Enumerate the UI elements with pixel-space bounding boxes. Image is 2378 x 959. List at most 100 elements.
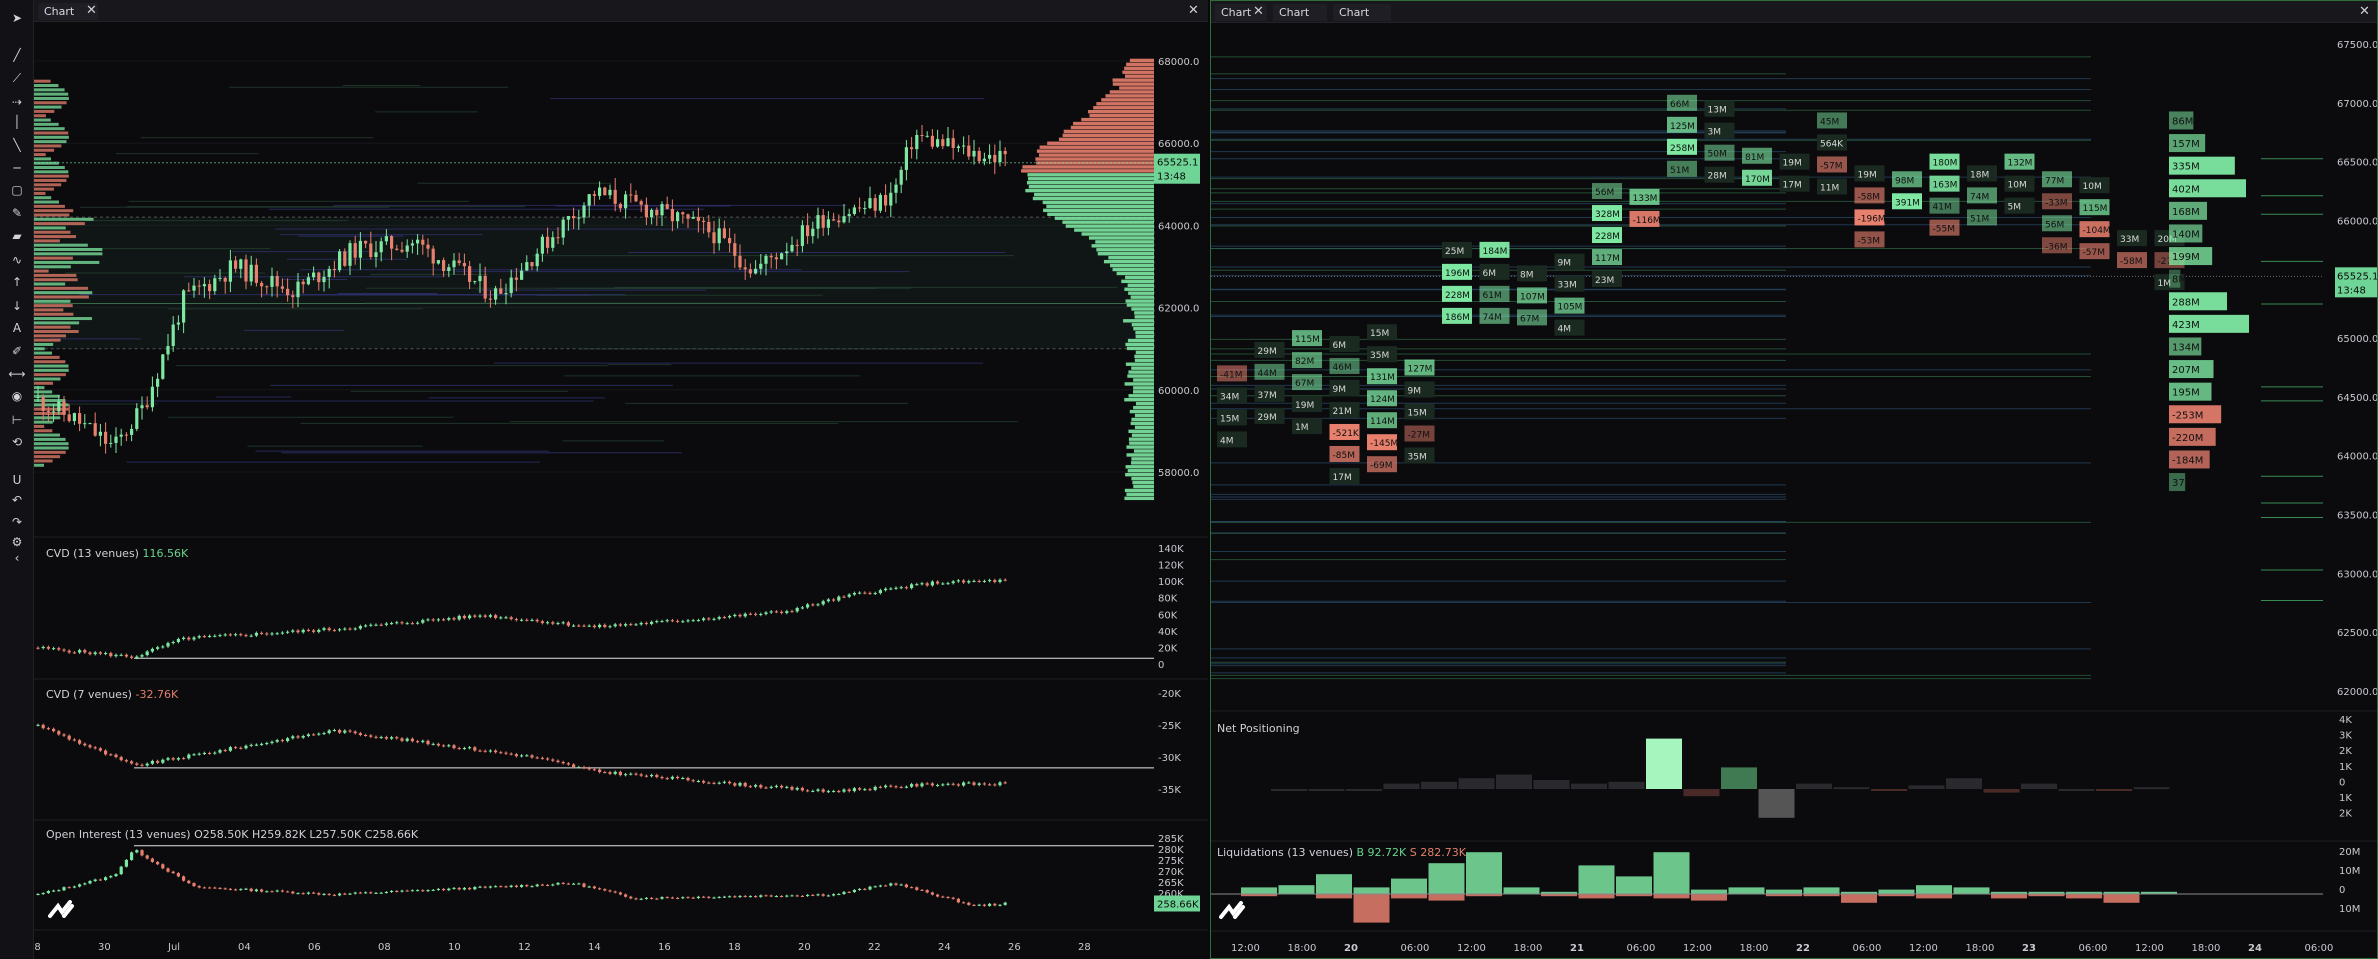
- ray-icon[interactable]: ⟋: [6, 68, 28, 88]
- sub-candle-body: [457, 615, 461, 620]
- sub-candle-body: [57, 890, 61, 892]
- sub-candle-body: [733, 783, 737, 786]
- sub-candle-body: [535, 619, 539, 622]
- candle-body: [884, 194, 888, 206]
- left-profile-bar: [34, 459, 53, 463]
- magnet-icon[interactable]: U: [6, 470, 28, 490]
- sub-candle-body: [343, 730, 347, 733]
- redo-icon[interactable]: ↷: [6, 512, 28, 532]
- candle-body: [171, 324, 175, 347]
- pencil-icon[interactable]: ✐: [6, 341, 28, 361]
- vertical-line-icon[interactable]: │: [6, 112, 28, 132]
- candle-body: [473, 281, 477, 283]
- sub-candle-body: [114, 874, 118, 877]
- sub-candle-body: [837, 596, 841, 601]
- sub-candle-body: [884, 785, 888, 788]
- sub-candle-body: [317, 893, 321, 895]
- line-icon[interactable]: ╱: [6, 45, 28, 65]
- collapse-icon[interactable]: ‹: [6, 548, 28, 568]
- text-icon[interactable]: A: [6, 318, 28, 338]
- main-chart-canvas[interactable]: 68000.0 66000.0 64000.0 62000.0 60000.0 58000…: [34, 0, 1208, 959]
- candle-body: [275, 276, 279, 287]
- left-profile-bar: [34, 260, 100, 264]
- highlighter-icon[interactable]: ▰: [6, 226, 28, 246]
- time-axis-label: 06:00: [2305, 943, 2334, 954]
- sub-candle-body: [301, 629, 305, 633]
- candle-body: [598, 187, 602, 196]
- arrow-down-icon[interactable]: ↓: [6, 296, 28, 316]
- profile-label: 8M: [2172, 275, 2187, 286]
- measure-icon[interactable]: ⟷: [6, 364, 28, 384]
- candle-body: [618, 203, 622, 209]
- horizontal-ray-icon[interactable]: ⇢: [6, 92, 28, 112]
- sub-candle-body: [213, 752, 217, 754]
- sub-candle-body: [390, 737, 394, 739]
- sub-candle-body: [83, 743, 87, 746]
- cursor-icon[interactable]: ➤: [6, 8, 28, 28]
- brush-icon[interactable]: ✎: [6, 203, 28, 223]
- sub-candle-body: [306, 629, 310, 631]
- undo-icon[interactable]: ↶: [6, 490, 28, 510]
- sub-candle-body: [223, 888, 227, 890]
- liquidation-buy-bar: [1503, 887, 1540, 894]
- sub-candle-body: [572, 625, 576, 627]
- footprint-label: 74M: [1970, 192, 1989, 202]
- sub-candle-body: [509, 617, 513, 620]
- sub-candle-body: [696, 620, 700, 622]
- sub-candle-body: [707, 896, 711, 898]
- footprint-label: 328M: [1595, 210, 1620, 220]
- left-profile-bar: [34, 191, 46, 195]
- node-icon[interactable]: ◉: [6, 386, 28, 406]
- candle-body: [265, 286, 269, 288]
- arrow-up-icon[interactable]: ↑: [6, 272, 28, 292]
- path-icon[interactable]: ∿: [6, 250, 28, 270]
- sub-candle-body: [130, 656, 134, 658]
- sub-candle-body: [566, 622, 570, 626]
- sub-candle-body: [197, 753, 201, 755]
- trend-line-icon[interactable]: ╲: [6, 135, 28, 155]
- sub-candle-body: [182, 876, 186, 881]
- sub-candle-body: [993, 903, 997, 906]
- sub-candle-body: [858, 888, 862, 890]
- ruler-icon[interactable]: ⊢: [6, 410, 28, 430]
- left-profile-bar: [34, 101, 67, 105]
- footprint-label: 41M: [1933, 203, 1952, 213]
- candle-body: [587, 194, 591, 206]
- sub-candle-body: [738, 895, 742, 898]
- sub-candle-body: [124, 760, 128, 762]
- candle-body: [343, 251, 347, 266]
- candle-body: [119, 434, 123, 437]
- price-axis-label: 67000.0: [2337, 99, 2378, 110]
- price-axis-label: 68000.0: [1158, 57, 1199, 68]
- sub-candle-body: [868, 789, 872, 791]
- candle-body: [629, 194, 633, 196]
- horizontal-line-icon[interactable]: ─: [6, 158, 28, 178]
- sub-candle-body: [135, 850, 139, 853]
- candle-body: [410, 243, 414, 246]
- sub-candle-body: [436, 888, 440, 890]
- net-positioning-bar: [1871, 789, 1907, 791]
- right-profile-bar: [1133, 405, 1154, 410]
- chart-pane-left[interactable]: Chart ✕ ✕ 68000.0 66000.0 64000.0 62000.0 60…: [34, 0, 1208, 959]
- footprint-chart-canvas[interactable]: 67500.067000.066500.066000.065500.065000…: [1211, 1, 2378, 959]
- sub-candle-body: [946, 583, 950, 585]
- right-profile-bar: [1127, 469, 1154, 473]
- replay-icon[interactable]: ⟲: [6, 432, 28, 452]
- chart-pane-right[interactable]: Chart ✕ Chart Chart ✕ 67500.0 67000.0 6650…: [1210, 0, 2378, 959]
- right-profile-bar: [1130, 421, 1154, 426]
- candle-body: [457, 260, 461, 264]
- footprint-label: 131M: [1370, 373, 1395, 383]
- sub-candle-body: [608, 626, 612, 628]
- sub-candle-body: [67, 650, 71, 653]
- sub-candle-body: [525, 619, 529, 621]
- right-profile-bar: [1128, 291, 1154, 295]
- footprint-label: -58M: [1858, 192, 1880, 202]
- sub-candle-body: [613, 624, 617, 627]
- sub-candle-body: [332, 894, 336, 896]
- sub-candle-body: [624, 894, 628, 897]
- sub-candle-body: [785, 786, 789, 788]
- sub-candle-body: [577, 625, 581, 627]
- right-profile-bar: [1081, 232, 1154, 236]
- rectangle-icon[interactable]: ▢: [6, 180, 28, 200]
- footprint-label: 19M: [1858, 170, 1877, 180]
